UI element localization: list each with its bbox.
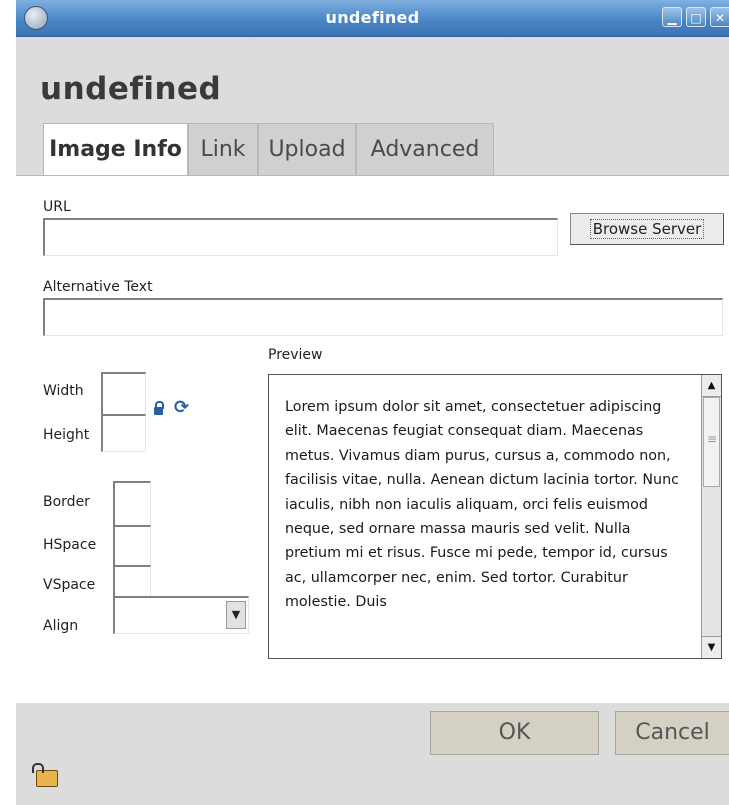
alt-text-input[interactable] [43, 298, 723, 336]
tab-upload[interactable]: Upload [258, 123, 356, 175]
hspace-label: HSpace [43, 537, 97, 553]
browse-server-button[interactable]: Browse Server [570, 213, 724, 245]
status-bar [16, 760, 729, 805]
border-label: Border [43, 494, 90, 510]
vspace-label: VSpace [43, 577, 96, 593]
image-info-panel: URL Browse Server Alternative Text Width… [16, 175, 729, 703]
align-select[interactable]: ▼ [113, 596, 249, 634]
scroll-down-icon[interactable]: ▼ [702, 636, 721, 658]
tab-image-info[interactable]: Image Info [43, 123, 188, 176]
scroll-thumb[interactable] [703, 397, 720, 487]
scroll-up-icon[interactable]: ▲ [702, 375, 721, 397]
hspace-input[interactable] [113, 525, 151, 567]
url-input[interactable] [43, 218, 558, 256]
close-icon[interactable]: ✕ [710, 7, 729, 27]
alt-text-label: Alternative Text [43, 279, 153, 295]
height-label: Height [43, 427, 90, 443]
preview-text: Lorem ipsum dolor sit amet, consectetuer… [285, 399, 680, 611]
align-label: Align [43, 618, 79, 634]
unlock-icon[interactable] [32, 763, 58, 787]
border-input[interactable] [113, 481, 151, 527]
lock-icon[interactable] [154, 401, 164, 415]
width-label: Width [43, 383, 84, 399]
ok-button[interactable]: OK [430, 711, 599, 755]
maximize-icon[interactable]: □ [686, 7, 706, 27]
url-label: URL [43, 199, 71, 215]
tab-link[interactable]: Link [188, 123, 258, 175]
window-title: undefined [325, 8, 420, 27]
tab-advanced[interactable]: Advanced [356, 123, 494, 175]
image-properties-dialog: undefined Image Info Link Upload Advance… [16, 37, 729, 805]
browse-server-label: Browse Server [589, 219, 705, 239]
preview-box[interactable]: Lorem ipsum dolor sit amet, consectetuer… [268, 374, 722, 659]
preview-scrollbar[interactable]: ▲ ▼ [701, 375, 721, 658]
cancel-button[interactable]: Cancel [615, 711, 729, 755]
chevron-down-icon[interactable]: ▼ [226, 601, 246, 629]
window-titlebar[interactable]: undefined ▁ □ ✕ [16, 0, 729, 37]
dialog-title: undefined [40, 71, 222, 107]
minimize-icon[interactable]: ▁ [662, 7, 682, 27]
width-input[interactable] [101, 372, 146, 416]
preview-label: Preview [268, 347, 323, 363]
reset-size-icon[interactable]: ⟳ [174, 399, 189, 417]
height-input[interactable] [101, 414, 146, 452]
